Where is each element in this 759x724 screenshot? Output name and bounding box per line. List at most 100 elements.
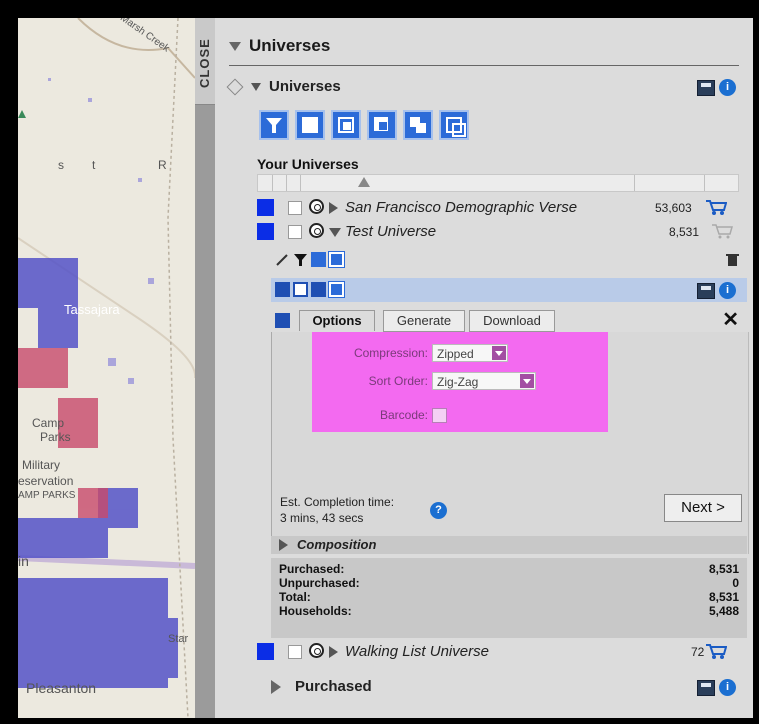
expand-triangle-icon (271, 680, 281, 695)
save-icon[interactable] (697, 680, 715, 696)
next-button[interactable]: Next > (664, 494, 742, 522)
map-label: t (92, 158, 96, 172)
target-icon[interactable] (309, 643, 324, 658)
save-icon[interactable] (697, 80, 715, 96)
barcode-checkbox[interactable] (432, 408, 447, 423)
stat-label: Households: (279, 604, 352, 618)
map-label: AMP PARKS (18, 490, 76, 501)
universe-row[interactable]: Test Universe 8,531 (257, 222, 747, 242)
diamond-icon[interactable] (226, 78, 244, 96)
column-header[interactable] (286, 175, 301, 191)
collapse-triangle-icon[interactable] (329, 228, 341, 237)
chevron-down-icon[interactable] (492, 346, 506, 360)
intersect-button[interactable] (331, 110, 361, 140)
options-tabs: Options Generate Download ✕ (271, 310, 747, 332)
help-icon[interactable]: ? (430, 502, 447, 519)
close-panel-strip[interactable]: CLOSE (195, 18, 215, 718)
subtract-button[interactable] (367, 110, 397, 140)
options-content: Compression: Zipped Sort Order: Zig-Zag … (271, 332, 749, 554)
map-label: Camp (32, 416, 65, 430)
stat-value: 0 (732, 576, 739, 590)
map-label: Parks (40, 430, 71, 444)
filter-icon[interactable] (293, 252, 308, 267)
panel-header[interactable]: Universes (229, 36, 330, 56)
union-button[interactable] (295, 110, 325, 140)
stat-label: Purchased: (279, 562, 345, 576)
stat-label: Total: (279, 590, 311, 604)
row-checkbox[interactable] (288, 201, 302, 215)
composition-header[interactable]: Composition (271, 536, 747, 554)
map-canvas (18, 18, 195, 718)
color-swatch[interactable] (257, 223, 274, 240)
report-icon (275, 313, 290, 328)
trash-icon[interactable] (725, 252, 740, 267)
difference-button[interactable] (439, 110, 469, 140)
list-icon[interactable] (328, 251, 345, 268)
your-universes-label: Your Universes (257, 156, 359, 172)
subheader-title: Universes (269, 78, 341, 95)
info-icon[interactable]: i (719, 79, 736, 96)
pencil-icon[interactable] (275, 252, 290, 267)
compression-value: Zipped (437, 347, 474, 361)
color-swatch[interactable] (257, 199, 274, 216)
universe-name[interactable]: Walking List Universe (345, 643, 489, 660)
info-icon[interactable]: i (719, 282, 736, 299)
tab-download[interactable]: Download (469, 310, 555, 332)
compression-select[interactable]: Zipped (432, 344, 508, 362)
close-icon[interactable]: ✕ (722, 310, 739, 330)
export-icon[interactable] (328, 281, 345, 298)
purchased-section-header[interactable]: Purchased (271, 678, 372, 695)
count-column-header[interactable] (634, 175, 705, 191)
stat-value: 8,531 (708, 562, 739, 576)
purchase-cart-icon[interactable] (705, 198, 727, 216)
estimate-value: 3 mins, 43 secs (280, 511, 364, 525)
universe-count: 72 (691, 645, 705, 659)
universe-name[interactable]: Test Universe (345, 223, 436, 240)
close-tab-label: CLOSE (197, 38, 212, 88)
universe-count: 53,603 (655, 201, 692, 215)
tab-generate[interactable]: Generate (383, 310, 465, 332)
document-icon[interactable] (293, 282, 308, 297)
sort-order-label: Sort Order: (368, 374, 428, 388)
collapse-triangle-icon (251, 83, 261, 92)
filter-universe-button[interactable] (259, 110, 289, 140)
color-swatch[interactable] (257, 643, 274, 660)
panel-title: Universes (249, 36, 331, 55)
universe-edit-toolbar (271, 250, 747, 272)
map-label: Tassajara (64, 302, 120, 317)
options-form-highlight: Compression: Zipped Sort Order: Zig-Zag … (312, 332, 608, 432)
universe-filter-icon[interactable] (311, 252, 326, 267)
expand-triangle-icon[interactable] (329, 202, 338, 214)
report-icon[interactable] (311, 282, 326, 297)
expand-triangle-icon[interactable] (329, 646, 338, 658)
sort-order-select[interactable]: Zig-Zag (432, 372, 536, 390)
map-label: eservation (18, 474, 74, 488)
column-header[interactable] (272, 175, 287, 191)
map-view[interactable]: Tassajara Camp Parks Military eservation… (18, 18, 195, 718)
map-label: Military (22, 458, 60, 472)
download-icon[interactable] (275, 282, 290, 297)
save-icon[interactable] (697, 283, 715, 299)
filter-icon (266, 118, 282, 133)
purchase-cart-icon[interactable] (705, 642, 727, 660)
universes-subheader[interactable]: Universes (226, 78, 341, 96)
action-toolbar: i (271, 278, 747, 302)
map-label: in (18, 553, 29, 569)
universe-row[interactable]: San Francisco Demographic Verse 53,603 (257, 198, 747, 218)
chevron-down-icon[interactable] (520, 374, 534, 388)
barcode-label: Barcode: (379, 408, 428, 422)
tab-options[interactable]: Options (299, 310, 375, 331)
column-header[interactable] (258, 175, 273, 191)
target-icon[interactable] (309, 199, 324, 214)
stat-value: 8,531 (708, 590, 739, 604)
universe-row[interactable]: Walking List Universe 72 (257, 642, 747, 662)
name-column-header[interactable] (300, 175, 635, 191)
close-tab[interactable]: CLOSE (195, 18, 215, 105)
info-icon[interactable]: i (719, 679, 736, 696)
target-icon[interactable] (309, 223, 324, 238)
xor-button[interactable] (403, 110, 433, 140)
universe-name[interactable]: San Francisco Demographic Verse (345, 199, 577, 216)
expand-triangle-icon (279, 539, 288, 551)
row-checkbox[interactable] (288, 645, 302, 659)
row-checkbox[interactable] (288, 225, 302, 239)
